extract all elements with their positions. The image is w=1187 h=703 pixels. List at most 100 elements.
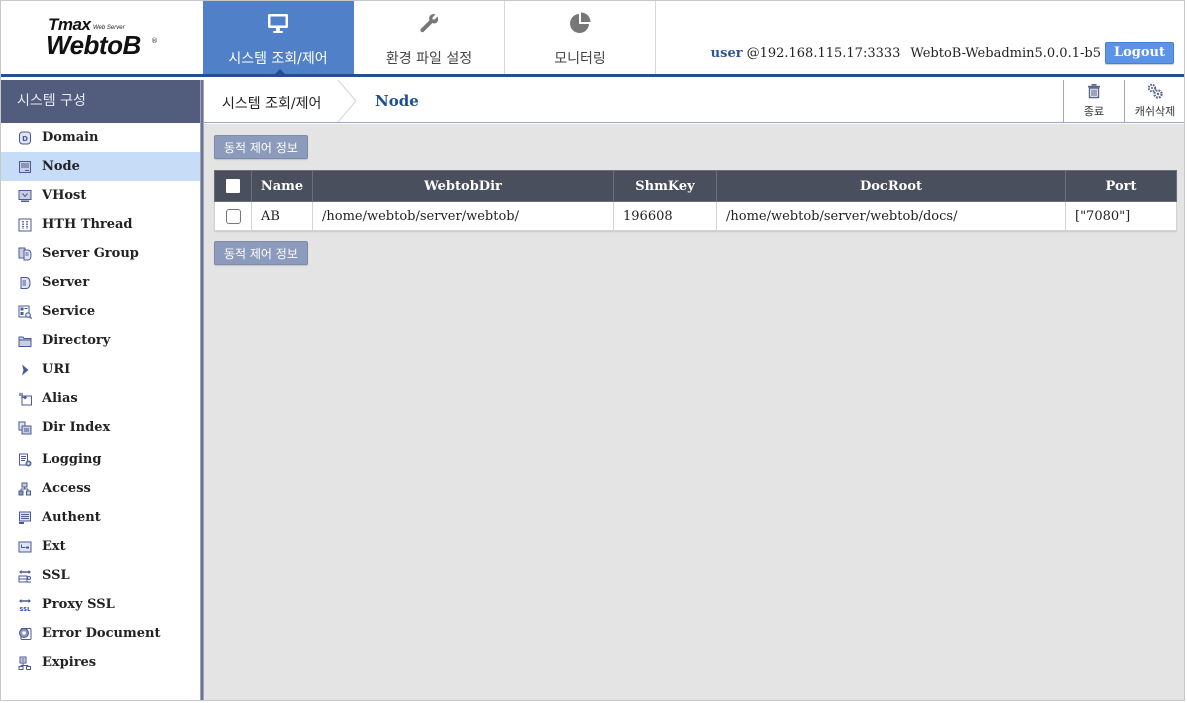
dir-index-icon xyxy=(17,420,33,436)
alias-icon xyxy=(17,391,33,407)
sidebar-item-label: Alias xyxy=(42,391,78,406)
sidebar-item-label: Logging xyxy=(42,452,102,467)
column-header-shmkey[interactable]: ShmKey xyxy=(613,170,717,202)
sidebar: 시스템 구성 D Domain Node VHost HTH Thread Se… xyxy=(1,80,200,700)
row-select-cell xyxy=(214,201,252,231)
error-document-icon xyxy=(17,626,33,642)
sidebar-item-server-group[interactable]: Server Group xyxy=(1,239,200,268)
sidebar-item-label: Domain xyxy=(42,130,99,145)
logging-icon xyxy=(17,452,33,468)
version-label: WebtoB-Webadmin5.0.0.1-b5 xyxy=(910,45,1101,61)
main-content: 동적 제어 정보 Name WebtobDir ShmKey DocRoot P… xyxy=(204,124,1184,700)
sidebar-menu: D Domain Node VHost HTH Thread Server Gr… xyxy=(1,123,200,677)
svg-text:SSL: SSL xyxy=(19,607,31,612)
sidebar-item-label: Dir Index xyxy=(42,420,111,435)
breadcrumb-current: Node xyxy=(375,92,419,110)
cache-delete-button[interactable]: 캐쉬삭제 xyxy=(1124,80,1184,122)
breadcrumb-separator-icon xyxy=(337,80,357,122)
nav-tab-label: 시스템 조회/제어 xyxy=(228,51,328,67)
logo-webtob: WebtoB xyxy=(46,30,141,60)
sidebar-item-proxy-ssl[interactable]: SSL Proxy SSL xyxy=(1,590,200,619)
select-all-checkbox[interactable] xyxy=(226,179,240,193)
server-group-icon xyxy=(17,246,33,262)
sidebar-item-label: Expires xyxy=(42,655,97,670)
ext-icon xyxy=(17,539,33,555)
sidebar-item-hth-thread[interactable]: HTH Thread xyxy=(1,210,200,239)
sidebar-item-label: SSL xyxy=(42,568,70,583)
sidebar-item-authent[interactable]: Authent xyxy=(1,503,200,532)
row-checkbox[interactable] xyxy=(225,208,241,224)
folder-icon xyxy=(17,333,33,349)
sidebar-item-dir-index[interactable]: Dir Index xyxy=(1,413,200,442)
webtob-logo: Tmax Web Server WebtoB ® xyxy=(1,1,203,74)
active-tab-caret xyxy=(274,69,286,75)
cell-name: AB xyxy=(251,201,313,231)
sidebar-item-domain[interactable]: D Domain xyxy=(1,123,200,152)
node-icon xyxy=(17,159,33,175)
pie-chart-icon xyxy=(505,11,655,35)
table-row[interactable]: AB /home/webtob/server/webtob/ 196608 /h… xyxy=(214,201,1177,231)
sidebar-item-expires[interactable]: Expires xyxy=(1,648,200,677)
select-all-cell xyxy=(214,170,252,202)
sidebar-item-label: VHost xyxy=(42,188,87,203)
sidebar-item-label: Node xyxy=(42,159,80,174)
column-header-port[interactable]: Port xyxy=(1065,170,1177,202)
column-header-name[interactable]: Name xyxy=(251,170,313,202)
proxy-ssl-icon: SSL xyxy=(17,597,33,613)
dynamic-control-info-button-bottom[interactable]: 동적 제어 정보 xyxy=(214,241,308,265)
access-icon xyxy=(17,481,33,497)
sidebar-item-label: Error Document xyxy=(42,626,161,641)
sidebar-item-uri[interactable]: URI xyxy=(1,355,200,384)
sidebar-item-logging[interactable]: Logging xyxy=(1,445,200,474)
sidebar-item-node[interactable]: Node xyxy=(1,152,200,181)
logo-registered-mark: ® xyxy=(151,37,158,45)
sidebar-item-alias[interactable]: Alias xyxy=(1,384,200,413)
cache-delete-label: 캐쉬삭제 xyxy=(1134,105,1176,118)
sidebar-item-error-document[interactable]: Error Document xyxy=(1,619,200,648)
sidebar-item-label: Authent xyxy=(42,510,101,525)
cell-shmkey: 196608 xyxy=(613,201,717,231)
nav-tab-monitoring[interactable]: 모니터링 xyxy=(505,1,656,74)
column-header-docroot[interactable]: DocRoot xyxy=(716,170,1066,202)
user-info: user @192.168.115.17:3333 WebtoB-Webadmi… xyxy=(711,42,1174,64)
username: user xyxy=(710,45,743,61)
sidebar-item-service[interactable]: Service xyxy=(1,297,200,326)
nav-tab-system-control[interactable]: 시스템 조회/제어 xyxy=(203,1,354,75)
cell-port: ["7080"] xyxy=(1065,201,1177,231)
wrench-icon xyxy=(354,11,504,35)
sidebar-item-server[interactable]: Server xyxy=(1,268,200,297)
nav-tab-label: 모니터링 xyxy=(554,51,606,67)
nav-tab-label: 환경 파일 설정 xyxy=(385,51,473,67)
sidebar-item-directory[interactable]: Directory xyxy=(1,326,200,355)
monitor-icon xyxy=(203,11,353,35)
service-icon xyxy=(17,304,33,320)
breadcrumb-parent[interactable]: 시스템 조회/제어 xyxy=(222,93,321,113)
sidebar-item-label: HTH Thread xyxy=(42,217,133,232)
domain-icon: D xyxy=(17,130,33,146)
gears-icon xyxy=(1125,80,1184,100)
logout-button[interactable]: Logout xyxy=(1104,42,1174,64)
table-header-row: Name WebtobDir ShmKey DocRoot Port xyxy=(214,170,1177,202)
terminate-label: 종료 xyxy=(1083,105,1105,118)
svg-text:D: D xyxy=(22,135,28,143)
sidebar-item-label: URI xyxy=(42,362,71,377)
terminate-button[interactable]: 종료 xyxy=(1063,80,1124,122)
column-header-webtobdir[interactable]: WebtobDir xyxy=(312,170,614,202)
breadcrumb: 시스템 조회/제어 Node 종료 캐쉬삭제 xyxy=(204,80,1184,123)
vhost-icon xyxy=(17,188,33,204)
dynamic-control-info-button-top[interactable]: 동적 제어 정보 xyxy=(214,135,308,159)
sidebar-item-label: Ext xyxy=(42,539,66,554)
sidebar-item-ext[interactable]: Ext xyxy=(1,532,200,561)
expires-icon xyxy=(17,655,33,671)
app-window: Tmax Web Server WebtoB ® 시스템 조회/제어 환경 파일… xyxy=(0,0,1185,701)
nav-tab-config-files[interactable]: 환경 파일 설정 xyxy=(354,1,505,74)
host-address: @192.168.115.17:3333 xyxy=(746,45,901,61)
sidebar-item-access[interactable]: Access xyxy=(1,474,200,503)
sidebar-item-vhost[interactable]: VHost xyxy=(1,181,200,210)
sidebar-item-ssl[interactable]: SSL xyxy=(1,561,200,590)
sidebar-item-label: Server Group xyxy=(42,246,139,261)
main-nav: 시스템 조회/제어 환경 파일 설정 모니터링 xyxy=(203,1,656,75)
authent-icon xyxy=(17,510,33,526)
ssl-icon xyxy=(17,568,33,584)
uri-icon xyxy=(17,362,33,378)
